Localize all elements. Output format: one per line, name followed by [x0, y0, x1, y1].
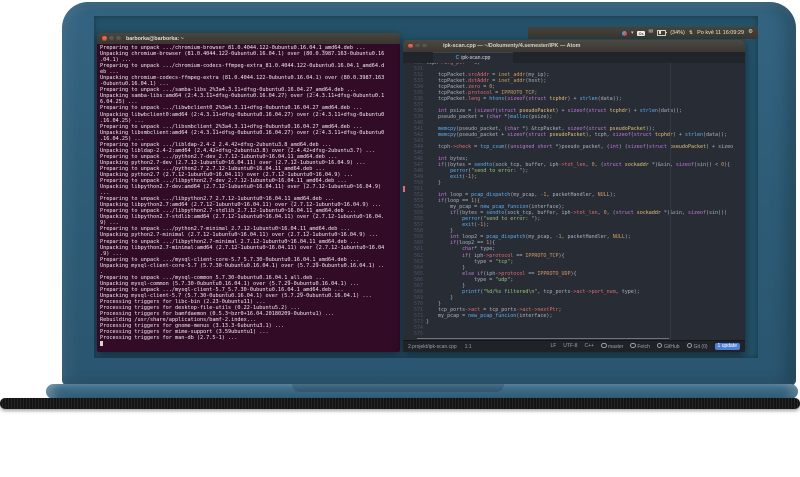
git-changes-icon [686, 342, 693, 349]
terminal-title: barborka@barborka: ~ [125, 35, 184, 42]
terminal-minimize-button[interactable] [108, 36, 114, 41]
keyboard-layout-indicator[interactable]: Cs [637, 30, 645, 36]
status-fetch[interactable]: Fetch [630, 342, 650, 350]
cpp-file-icon: C [455, 54, 460, 61]
laptop-mockup: ▾ Cs ✉ (34%) ⇅ Po kvě 11 16:09:29 ⚙ barb… [0, 0, 800, 477]
code-editor[interactable]: 530 tcph->urg_ptr = 0; 531 532 tcpPacket.sr… [403, 63, 745, 340]
status-grammar[interactable]: C++ [584, 343, 593, 349]
panel-clock[interactable]: Po kvě 11 16:09:29 [697, 30, 744, 36]
atom-titlebar: ipk-scan.cpp — ~/Dokumenty/4.semester/IP… [403, 40, 745, 52]
atom-maximize-button[interactable] [421, 43, 427, 49]
battery-icon[interactable] [657, 30, 667, 36]
laptop-bottom-edge [0, 398, 800, 409]
input-method-icon[interactable] [621, 30, 627, 36]
status-encoding[interactable]: UTF-8 [563, 343, 577, 349]
atom-minimize-button[interactable] [414, 43, 420, 49]
update-badge[interactable]: 1 update [714, 342, 740, 350]
status-github[interactable]: GitHub [656, 342, 680, 350]
status-cursor-position[interactable]: 1:1 [465, 344, 472, 350]
terminal-titlebar: barborka@barborka: ~ [97, 33, 400, 44]
status-git-changes[interactable]: Git (0) [686, 342, 708, 350]
message-indicator-icon[interactable]: ✉ [649, 30, 654, 36]
fetch-refresh-icon [630, 342, 636, 349]
terminal-output[interactable]: Preparing to unpack .../chromium-browser… [97, 44, 400, 352]
trackpad-notch [292, 384, 504, 392]
tab-ipk-scan[interactable]: C ipk-scan.cpp [433, 52, 513, 63]
session-gear-icon[interactable]: ⚙ [748, 30, 753, 36]
atom-statusbar: 2.projekt/ipk-scan.cpp 1:1 LF UTF-8 C++ … [403, 340, 745, 352]
volume-indicator-icon[interactable]: ▾ [631, 30, 634, 36]
status-eol[interactable]: LF [550, 343, 556, 349]
code-lines: 530 tcph->urg_ptr = 0; 531 532 tcpPacket.sr… [403, 63, 745, 337]
ubuntu-top-panel: ▾ Cs ✉ (34%) ⇅ Po kvě 11 16:09:29 ⚙ [528, 27, 758, 39]
tab-label: ipk-scan.cpp [461, 55, 491, 61]
wrap-guide [670, 63, 671, 340]
laptop-screen: ▾ Cs ✉ (34%) ⇅ Po kvě 11 16:09:29 ⚙ barb… [94, 16, 758, 358]
battery-percentage[interactable]: (34%) [670, 30, 685, 36]
atom-tabbar: C ipk-scan.cpp [403, 52, 745, 63]
atom-window: ipk-scan.cpp — ~/Dokumenty/4.semester/IP… [403, 40, 745, 352]
status-git-branch[interactable]: master [600, 342, 623, 350]
laptop-lid: ▾ Cs ✉ (34%) ⇅ Po kvě 11 16:09:29 ⚙ barb… [62, 2, 796, 386]
terminal-cursor [100, 341, 103, 347]
network-indicator-icon[interactable]: ⇅ [689, 30, 693, 36]
terminal-maximize-button[interactable] [115, 36, 121, 41]
horizontal-scrollbar[interactable] [417, 337, 669, 339]
status-file-path[interactable]: 2.projekt/ipk-scan.cpp [408, 344, 457, 350]
atom-title: ipk-scan.cpp — ~/Dokumenty/4.semester/IP… [442, 43, 581, 49]
terminal-window: barborka@barborka: ~ Preparing to unpack… [97, 33, 400, 352]
laptop-keyboard-deck [46, 384, 798, 399]
terminal-close-button[interactable] [102, 36, 107, 41]
github-icon [656, 342, 663, 349]
atom-close-button[interactable] [408, 43, 413, 49]
branch-icon [600, 342, 607, 349]
